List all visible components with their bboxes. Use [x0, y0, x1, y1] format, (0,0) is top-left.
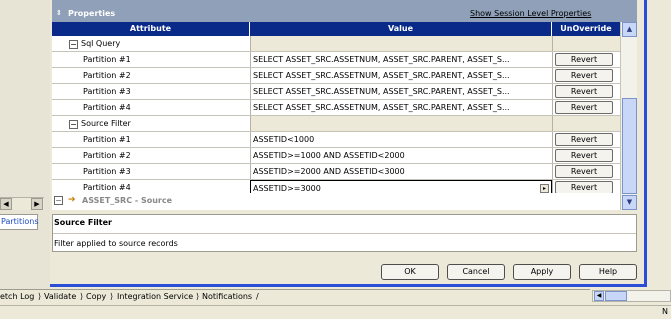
tab-integration-service[interactable]: Integration Service [117, 291, 193, 303]
grid-header: Attribute Value UnOverride [52, 22, 620, 36]
table-row[interactable]: Partition #1 ASSETID<1000 Revert [52, 132, 620, 148]
grid-vertical-scrollbar[interactable]: ▲ ▼ [620, 22, 637, 210]
cancel-button[interactable]: Cancel [447, 264, 505, 280]
table-row[interactable]: Partition #3 ASSETID>=2000 AND ASSETID<3… [52, 164, 620, 180]
tab-validate[interactable]: Validate [44, 291, 76, 303]
group-row-sql-query[interactable]: − Sql Query [52, 36, 620, 52]
collapse-minus-icon[interactable]: − [69, 120, 78, 129]
status-text: N [662, 307, 668, 316]
revert-button[interactable]: Revert [555, 69, 613, 82]
scroll-left-icon[interactable]: ◀ [0, 198, 12, 210]
apply-button[interactable]: Apply [513, 264, 571, 280]
tab-notifications[interactable]: Notifications [202, 291, 252, 303]
group-row-source-filter[interactable]: − Source Filter [52, 116, 620, 132]
tab-copy[interactable]: Copy [86, 291, 106, 303]
ok-button[interactable]: OK [381, 264, 439, 280]
left-horizontal-scrollbar[interactable]: ◀ ▶ [0, 197, 44, 210]
value-cell[interactable]: SELECT ASSET_SRC.ASSETNUM, ASSET_SRC.PAR… [250, 84, 552, 99]
attribute-cell: Partition #3 [83, 87, 131, 96]
description-panel: Source Filter Filter applied to source r… [52, 214, 637, 252]
scroll-thumb[interactable] [622, 98, 637, 194]
collapse-minus-icon[interactable]: − [69, 40, 78, 49]
output-tab-strip: etch Log ⟩ Validate ⟩ Copy ⟩ Integration… [0, 289, 590, 303]
value-cell[interactable]: ASSETID<1000 [250, 132, 552, 147]
attribute-cell: Partition #1 [83, 135, 131, 144]
table-row[interactable]: Partition #3 SELECT ASSET_SRC.ASSETNUM, … [52, 84, 620, 100]
column-header-unoverride: UnOverride [560, 24, 612, 33]
properties-title: Properties [68, 9, 116, 18]
revert-button[interactable]: Revert [555, 165, 613, 178]
revert-button[interactable]: Revert [555, 53, 613, 66]
source-arrow-icon: ➔ [68, 195, 76, 205]
description-text: Filter applied to source records [54, 239, 178, 248]
revert-button[interactable]: Revert [555, 101, 613, 114]
scroll-down-icon[interactable]: ▼ [622, 195, 637, 210]
properties-section-header: ⇕ Properties Show Session Level Properti… [52, 6, 637, 22]
group-label: Source Filter [81, 119, 131, 128]
column-header-attribute: Attribute [52, 22, 250, 36]
table-row[interactable]: Partition #4 SELECT ASSET_SRC.ASSETNUM, … [52, 100, 620, 116]
properties-grid: Attribute Value UnOverride − Sql Query Pa… [52, 22, 620, 210]
bottom-horizontal-scrollbar[interactable]: ◀ [592, 290, 671, 302]
attribute-cell: Partition #2 [83, 151, 131, 160]
scroll-up-icon[interactable]: ▲ [622, 22, 637, 37]
value-cell[interactable]: ASSETID>=1000 AND ASSETID<2000 [250, 148, 552, 163]
scroll-thumb[interactable] [605, 291, 627, 301]
table-row[interactable]: Partition #2 SELECT ASSET_SRC.ASSETNUM, … [52, 68, 620, 84]
status-bar: N [0, 305, 671, 319]
value-cell[interactable]: SELECT ASSET_SRC.ASSETNUM, ASSET_SRC.PAR… [250, 68, 552, 83]
table-row[interactable]: Partition #1 SELECT ASSET_SRC.ASSETNUM, … [52, 52, 620, 68]
value-cell[interactable]: SELECT ASSET_SRC.ASSETNUM, ASSET_SRC.PAR… [250, 52, 552, 67]
tab-fetch-log[interactable]: etch Log [0, 291, 34, 303]
group-label: Sql Query [81, 39, 121, 48]
revert-button[interactable]: Revert [555, 85, 613, 98]
scroll-right-icon[interactable]: ▶ [31, 198, 43, 210]
table-row[interactable]: Partition #2 ASSETID>=1000 AND ASSETID<2… [52, 148, 620, 164]
tab-partitions[interactable]: Partitions [0, 214, 39, 230]
left-panel [0, 0, 50, 289]
attribute-cell: Partition #1 [83, 55, 131, 64]
column-header-value: Value [250, 22, 552, 36]
description-title: Source Filter [54, 218, 112, 227]
scroll-left-icon[interactable]: ◀ [594, 291, 604, 301]
value-text: ASSETID>=3000 [253, 184, 321, 193]
collapse-minus-icon[interactable]: − [54, 196, 63, 205]
value-cell[interactable]: SELECT ASSET_SRC.ASSETNUM, ASSET_SRC.PAR… [250, 100, 552, 115]
revert-button[interactable]: Revert [555, 133, 613, 146]
collapse-toggle-icon[interactable]: ⇕ [56, 10, 64, 18]
source-section-label: ASSET_SRC - Source [82, 196, 173, 205]
show-session-properties-link[interactable]: Show Session Level Properties [470, 9, 591, 18]
value-cell[interactable]: ASSETID>=2000 AND ASSETID<3000 [250, 164, 552, 179]
expand-editor-icon[interactable]: ▸ [540, 184, 549, 193]
attribute-cell: Partition #4 [83, 103, 131, 112]
help-button[interactable]: Help [579, 264, 637, 280]
attribute-cell: Partition #2 [83, 71, 131, 80]
source-section-row[interactable]: − ➔ ASSET_SRC - Source [52, 193, 620, 210]
revert-button[interactable]: Revert [555, 149, 613, 162]
attribute-cell: Partition #3 [83, 167, 131, 176]
